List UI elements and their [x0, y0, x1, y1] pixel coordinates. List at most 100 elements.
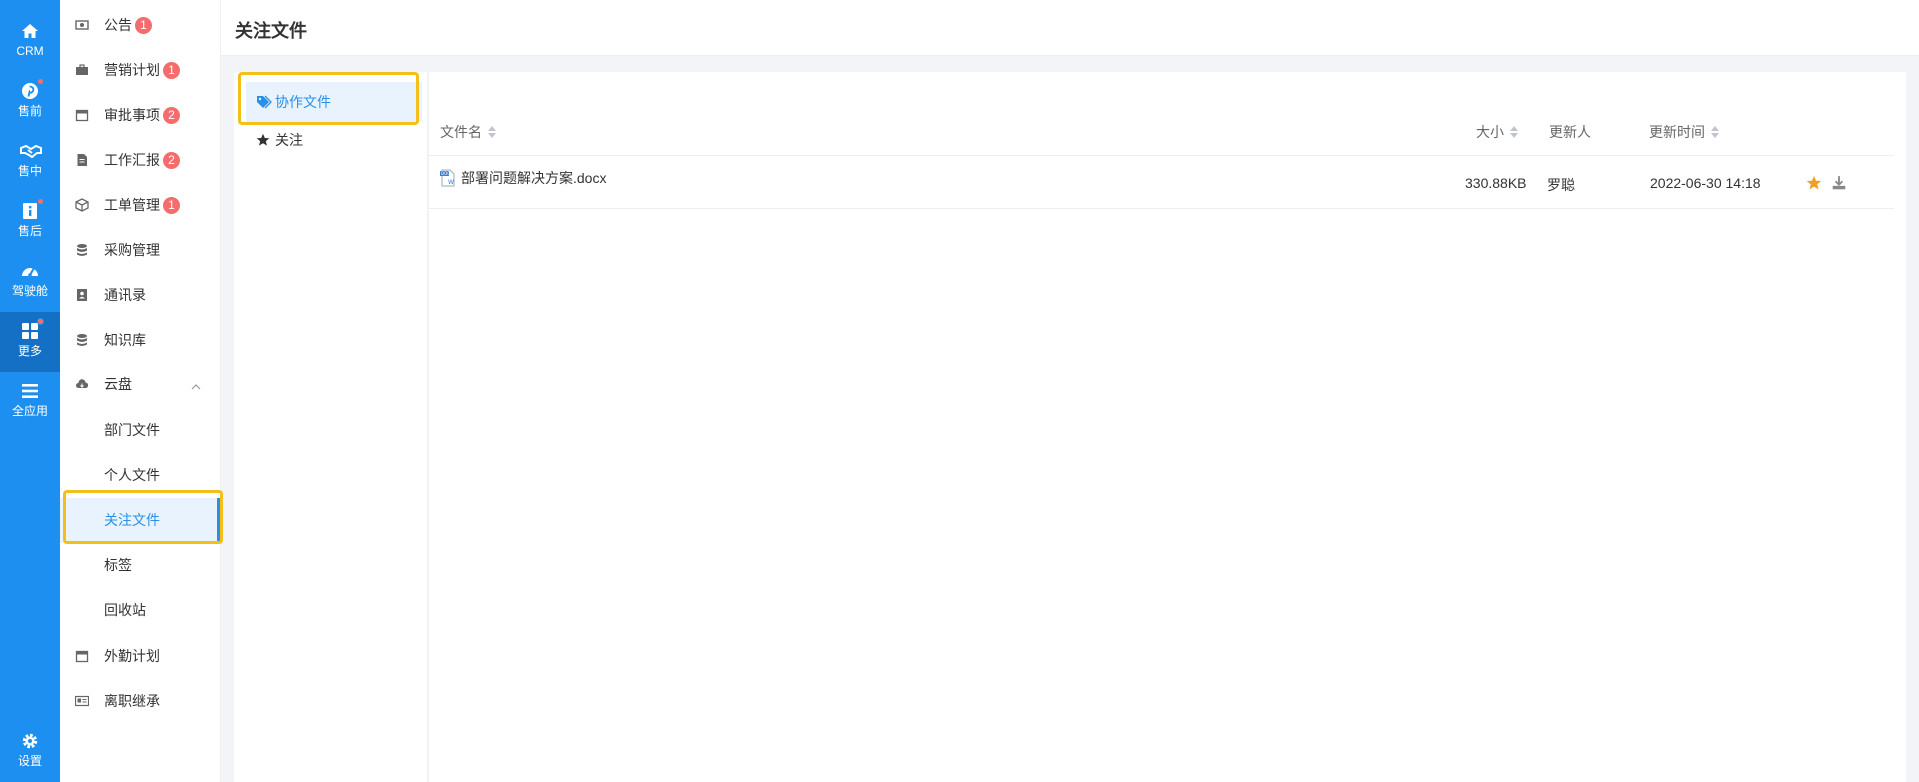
star-icon[interactable]: [1806, 175, 1822, 191]
cloud-icon: [75, 377, 89, 391]
sidebar-item-label: 审批事项: [104, 107, 160, 123]
category-label: 关注: [275, 132, 303, 148]
count-badge: 1: [135, 16, 152, 34]
gear-icon: [20, 731, 40, 751]
count-badge: 1: [163, 61, 180, 79]
sidebar-item-label: 知识库: [104, 332, 146, 348]
dashboard-icon: [20, 261, 40, 281]
count-badge: 1: [163, 196, 180, 214]
sort-icon[interactable]: [1510, 126, 1518, 138]
sidebar-item-work-order[interactable]: 工单管理 1: [60, 185, 221, 225]
sidebar-subitem-dept-files[interactable]: 部门文件: [60, 408, 221, 453]
sort-icon[interactable]: [488, 126, 496, 138]
sidebar-item-label: 营销计划: [104, 62, 160, 78]
rail-label: 售中: [17, 164, 42, 178]
rail-more[interactable]: 更多: [0, 312, 60, 372]
category-followed[interactable]: 关注: [246, 120, 422, 160]
home-icon: [20, 21, 40, 41]
column-header-updated-at[interactable]: 更新时间: [1649, 122, 1719, 142]
page-header: 关注文件: [221, 0, 1919, 56]
file-name-cell[interactable]: DOC W 部署问题解决方案.docx: [440, 168, 606, 188]
count-badge: 2: [163, 106, 180, 124]
sidebar-item-contacts[interactable]: 通讯录: [60, 275, 221, 315]
rail-label: CRM: [16, 44, 44, 58]
notification-dot: [37, 78, 44, 85]
sidebar-item-marketing-plan[interactable]: 营销计划 1: [60, 50, 221, 90]
sidebar-item-resignation-handover[interactable]: 离职继承: [60, 681, 221, 721]
sidebar-item-label: 工作汇报: [104, 152, 160, 168]
sidebar-subitem-personal-files[interactable]: 个人文件: [60, 453, 221, 498]
sidebar-item-label: 工单管理: [104, 197, 160, 213]
notification-dot: [37, 198, 44, 205]
column-label: 文件名: [440, 124, 482, 140]
rail-cockpit[interactable]: 驾驶舱: [0, 252, 60, 312]
rail-settings[interactable]: 设置: [0, 722, 60, 782]
sidebar-item-label: 采购管理: [104, 242, 160, 258]
pinterest-icon: [20, 78, 44, 101]
database-icon: [75, 243, 89, 257]
rail-label: 更多: [17, 344, 42, 358]
rail-label: 设置: [17, 754, 42, 768]
column-label: 更新人: [1549, 124, 1591, 140]
rail-crm[interactable]: CRM: [0, 12, 60, 72]
address-book-icon: [75, 288, 89, 302]
rail-label: 售后: [17, 224, 42, 238]
rail-presale[interactable]: 售前: [0, 72, 60, 132]
sidebar-item-procurement[interactable]: 采购管理: [60, 230, 221, 270]
sidebar-item-label: 外勤计划: [104, 648, 160, 664]
money-icon: [75, 18, 89, 32]
column-label: 大小: [1476, 124, 1504, 140]
document-icon: [75, 153, 89, 167]
menu-icon: [20, 381, 40, 401]
rail-label: 售前: [17, 104, 42, 118]
cube-icon: [75, 198, 89, 212]
download-icon[interactable]: [1831, 175, 1847, 191]
file-size-cell: 330.88KB: [1465, 175, 1527, 191]
svg-text:DOC: DOC: [441, 171, 450, 176]
rail-all-apps[interactable]: 全应用: [0, 372, 60, 432]
sidebar-item-label: 通讯录: [104, 287, 146, 303]
sidebar-item-cloud-drive[interactable]: 云盘: [60, 364, 221, 404]
rail-label: 驾驶舱: [11, 284, 48, 298]
handshake-icon: [20, 141, 42, 161]
page-title: 关注文件: [235, 21, 307, 41]
sidebar-item-approvals[interactable]: 审批事项 2: [60, 95, 221, 135]
column-label: 更新时间: [1649, 124, 1705, 140]
sidebar-subitem-recycle-bin[interactable]: 回收站: [60, 588, 221, 633]
file-table: 文件名 大小 更新人 更新时间 DOC W 部署问题解决方案.docx 330.8…: [429, 72, 1906, 782]
column-header-updater: 更新人: [1549, 122, 1591, 142]
column-header-size[interactable]: 大小: [1476, 122, 1518, 142]
svg-text:W: W: [448, 179, 454, 186]
sidebar-item-announcement[interactable]: 公告 1: [60, 5, 221, 45]
sidebar-item-knowledge-base[interactable]: 知识库: [60, 320, 221, 360]
sort-icon[interactable]: [1711, 126, 1719, 138]
module-sidebar: 公告 1 营销计划 1 审批事项 2 工作汇报 2 工单管理 1 采购管理 通讯…: [60, 0, 221, 782]
sidebar-item-label: 离职继承: [104, 693, 160, 709]
chevron-up-icon[interactable]: [191, 379, 201, 390]
briefcase-icon: [75, 63, 89, 77]
file-name: 部署问题解决方案.docx: [461, 170, 607, 186]
sidebar-subitem-followed-files[interactable]: 关注文件: [60, 498, 221, 543]
file-updater-cell: 罗聪: [1547, 177, 1575, 193]
file-category-panel: 协作文件 关注: [234, 72, 428, 782]
calendar-icon: [75, 108, 89, 122]
category-collab-files[interactable]: 协作文件: [246, 82, 422, 122]
column-header-name[interactable]: 文件名: [440, 122, 496, 142]
id-card-icon: [74, 694, 90, 708]
database-icon: [75, 333, 89, 347]
info-icon: [20, 198, 44, 221]
notification-dot: [37, 318, 44, 325]
rail-aftersale[interactable]: 售后: [0, 192, 60, 252]
sidebar-subitem-tags[interactable]: 标签: [60, 543, 221, 588]
calendar-icon: [75, 649, 89, 663]
row-divider: [429, 208, 1894, 209]
tags-icon: [256, 95, 272, 109]
rail-insale[interactable]: 售中: [0, 132, 60, 192]
sidebar-item-work-report[interactable]: 工作汇报 2: [60, 140, 221, 180]
rail-label: 全应用: [11, 404, 48, 418]
sidebar-item-field-plan[interactable]: 外勤计划: [60, 636, 221, 676]
star-icon: [256, 133, 270, 147]
count-badge: 2: [163, 151, 180, 169]
file-updated-at-cell: 2022-06-30 14:18: [1650, 175, 1761, 191]
sidebar-item-label: 云盘: [104, 376, 132, 392]
